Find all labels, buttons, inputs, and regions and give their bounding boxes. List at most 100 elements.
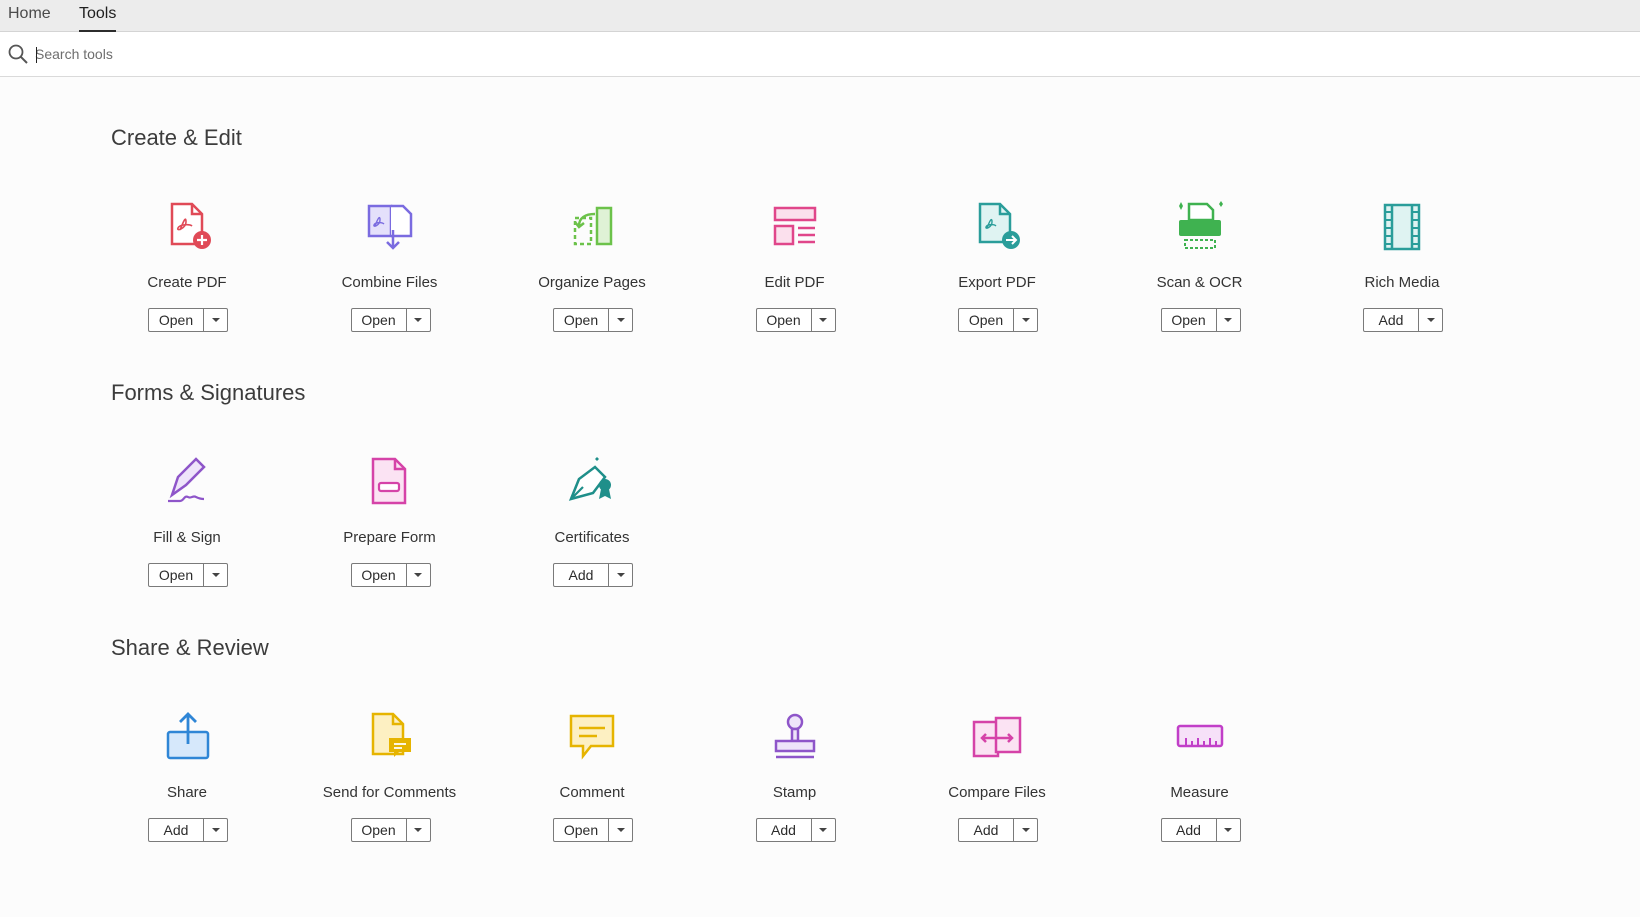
dropdown-arrow-button[interactable]	[1217, 309, 1240, 331]
dropdown-arrow-button[interactable]	[1419, 309, 1442, 331]
tool-card-fill-sign[interactable]: Fill & Sign Open	[82, 455, 292, 605]
tool-card-measure[interactable]: Measure Add	[1095, 710, 1305, 860]
tool-card-edit-pdf[interactable]: Edit PDF Open	[690, 200, 900, 350]
dropdown-arrow-button[interactable]	[407, 309, 430, 331]
chevron-down-icon	[414, 828, 422, 832]
open-button-edit-pdf[interactable]: Open	[757, 309, 812, 331]
dropdown-arrow-button[interactable]	[1014, 819, 1037, 841]
scan-ocr-icon[interactable]	[1173, 200, 1227, 254]
create-pdf-icon[interactable]	[160, 200, 214, 254]
open-button-prepare-form[interactable]: Open	[352, 564, 407, 586]
certificates-icon[interactable]	[565, 455, 619, 509]
tool-name: Prepare Form	[343, 529, 436, 546]
open-button-create-pdf[interactable]: Open	[149, 309, 204, 331]
tool-card-comment[interactable]: Comment Open	[487, 710, 697, 860]
compare-files-icon[interactable]	[970, 710, 1024, 764]
tool-card-prepare-form[interactable]: Prepare Form Open	[285, 455, 495, 605]
tool-card-scan-ocr[interactable]: Scan & OCR Open	[1095, 200, 1305, 350]
chevron-down-icon	[616, 573, 625, 577]
tool-card-create-pdf[interactable]: Create PDF Open	[82, 200, 292, 350]
add-button-rich-media[interactable]: Add	[1364, 309, 1419, 331]
tool-action-group: Open	[553, 308, 633, 332]
dropdown-arrow-button[interactable]	[1217, 819, 1240, 841]
tool-card-certificates[interactable]: Certificates Add	[487, 455, 697, 605]
add-button-stamp[interactable]: Add	[757, 819, 812, 841]
dropdown-arrow-button[interactable]	[407, 564, 430, 586]
tool-action-group: Open	[755, 308, 836, 332]
tool-card-rich-media[interactable]: Rich Media Add	[1297, 200, 1507, 350]
dropdown-arrow-button[interactable]	[609, 309, 632, 331]
add-button-measure[interactable]: Add	[1162, 819, 1217, 841]
open-button-fill-sign[interactable]: Open	[149, 564, 204, 586]
open-button-export-pdf[interactable]: Open	[959, 309, 1014, 331]
tool-name: Measure	[1170, 784, 1229, 801]
tool-action-group: Open	[350, 563, 431, 587]
tool-card-combine-files[interactable]: Combine Files Open	[285, 200, 495, 350]
open-button-scan-ocr[interactable]: Open	[1162, 309, 1217, 331]
chevron-down-icon	[414, 318, 422, 322]
search-icon	[8, 44, 28, 64]
tool-name: Edit PDF	[764, 274, 825, 291]
rich-media-icon[interactable]	[1375, 200, 1429, 254]
tool-card-send-for-comments[interactable]: Send for Comments Open	[285, 710, 495, 860]
tab-home[interactable]: Home	[8, 5, 51, 23]
export-pdf-icon[interactable]	[970, 200, 1024, 254]
tool-name: Rich Media	[1364, 274, 1440, 291]
tool-name: Share	[166, 784, 208, 801]
dropdown-arrow-button[interactable]	[1014, 309, 1037, 331]
section-title: Share & Review	[111, 635, 269, 660]
search-bar	[0, 32, 1640, 77]
dropdown-arrow-button[interactable]	[204, 309, 227, 331]
open-button-combine-files[interactable]: Open	[352, 309, 407, 331]
tool-action-group: Add	[755, 818, 836, 842]
dropdown-arrow-button[interactable]	[609, 564, 632, 586]
add-button-share[interactable]: Add	[149, 819, 204, 841]
tool-card-export-pdf[interactable]: Export PDF Open	[892, 200, 1102, 350]
tool-name: Send for Comments	[322, 784, 457, 801]
tool-name: Fill & Sign	[153, 529, 221, 546]
fill-sign-icon[interactable]	[160, 455, 214, 509]
share-icon[interactable]	[160, 710, 214, 764]
chevron-down-icon	[1224, 828, 1232, 832]
tool-card-share[interactable]: Share Add	[82, 710, 292, 860]
tool-name: Compare Files	[948, 784, 1046, 801]
dropdown-arrow-button[interactable]	[204, 564, 227, 586]
dropdown-arrow-button[interactable]	[407, 819, 430, 841]
tool-name: Create PDF	[147, 274, 227, 291]
tool-card-stamp[interactable]: Stamp Add	[690, 710, 900, 860]
dropdown-arrow-button[interactable]	[609, 819, 632, 841]
stamp-icon[interactable]	[768, 710, 822, 764]
tool-action-group: Add	[553, 563, 633, 587]
tool-action-group: Add	[1363, 308, 1443, 332]
tool-action-group: Open	[350, 818, 431, 842]
add-button-compare-files[interactable]: Add	[959, 819, 1014, 841]
chevron-down-icon	[1224, 318, 1232, 322]
edit-pdf-icon[interactable]	[768, 200, 822, 254]
organize-pages-icon[interactable]	[565, 200, 619, 254]
dropdown-arrow-button[interactable]	[204, 819, 227, 841]
combine-files-icon[interactable]	[363, 200, 417, 254]
measure-icon[interactable]	[1173, 710, 1227, 764]
tool-name: Scan & OCR	[1156, 274, 1243, 291]
open-button-send-for-comments[interactable]: Open	[352, 819, 407, 841]
section-title: Forms & Signatures	[111, 380, 306, 405]
tool-card-organize-pages[interactable]: Organize Pages Open	[487, 200, 697, 350]
prepare-form-icon[interactable]	[363, 455, 417, 509]
open-button-organize-pages[interactable]: Open	[554, 309, 609, 331]
tool-action-group: Open	[1160, 308, 1241, 332]
search-input[interactable]	[35, 42, 635, 66]
tool-action-group: Add	[148, 818, 228, 842]
tool-name: Comment	[559, 784, 625, 801]
add-button-certificates[interactable]: Add	[554, 564, 609, 586]
dropdown-arrow-button[interactable]	[812, 819, 835, 841]
tab-tools[interactable]: Tools	[79, 5, 117, 32]
tool-name: Export PDF	[958, 274, 1036, 291]
dropdown-arrow-button[interactable]	[812, 309, 835, 331]
tool-card-compare-files[interactable]: Compare Files Add	[892, 710, 1102, 860]
chevron-down-icon	[819, 318, 827, 322]
comment-icon[interactable]	[565, 710, 619, 764]
chevron-down-icon	[616, 828, 625, 832]
tool-action-group: Add	[958, 818, 1038, 842]
open-button-comment[interactable]: Open	[554, 819, 609, 841]
send-for-comments-icon[interactable]	[363, 710, 417, 764]
